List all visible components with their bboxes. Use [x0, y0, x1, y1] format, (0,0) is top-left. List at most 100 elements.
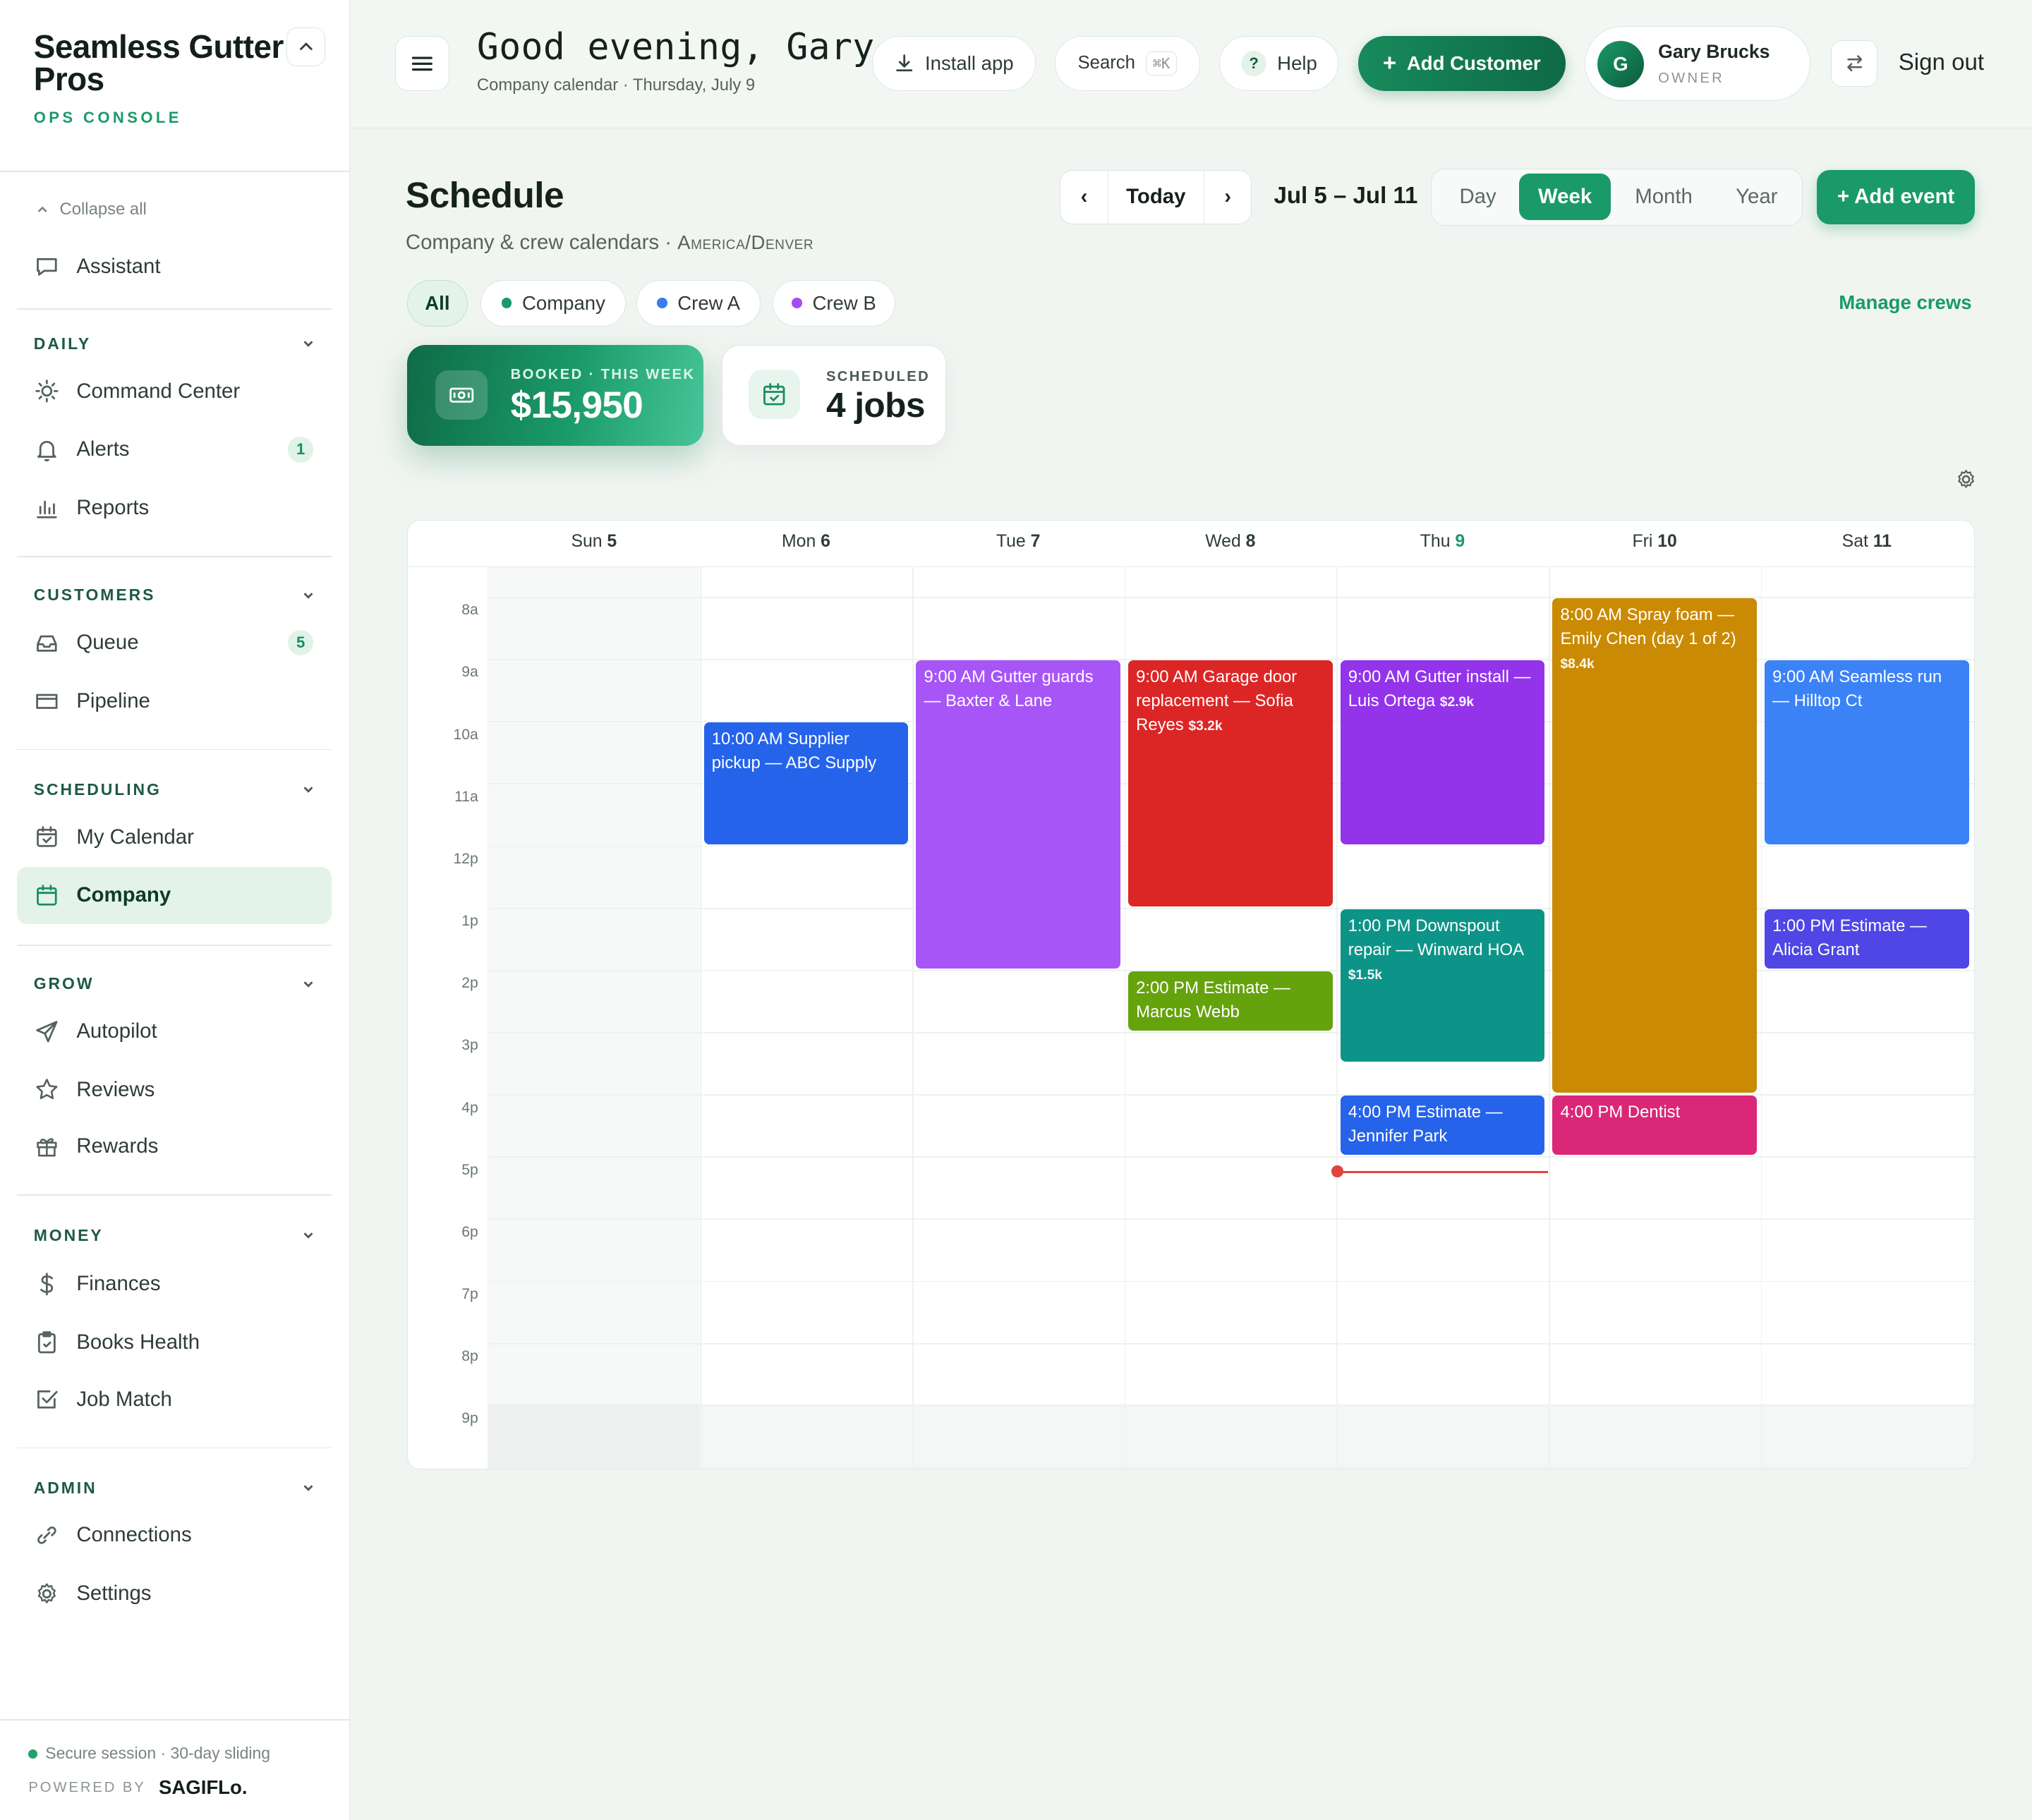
sidebar-item-pipeline[interactable]: Pipeline [17, 672, 332, 729]
user-name: Gary Brucks [1658, 40, 1770, 62]
bar-chart-icon [34, 495, 60, 521]
calendar-event[interactable]: 9:00 AM Garage door replacement — Sofia … [1128, 660, 1333, 906]
day-header-wed[interactable]: Wed 8 [1125, 532, 1336, 552]
event-title: 1:00 PM Estimate — Alicia Grant [1772, 916, 1927, 959]
sidebar-item-company[interactable]: Company [16, 866, 332, 924]
sidebar-item-alerts[interactable]: Alerts 1 [17, 421, 332, 478]
sidebar-item-autopilot[interactable]: Autopilot [17, 1003, 332, 1060]
calendar-event[interactable]: 4:00 PM Estimate — Jennifer Park [1340, 1096, 1545, 1155]
view-month-tab[interactable]: Month [1611, 174, 1717, 220]
checkbox-icon [34, 1386, 60, 1412]
day-header-fri[interactable]: Fri 10 [1549, 532, 1760, 552]
download-icon [896, 54, 913, 72]
filter-chip-company[interactable]: Company [480, 279, 627, 327]
search-shortcut: ⌘K [1145, 51, 1178, 75]
section-header-money[interactable]: MONEY [34, 1226, 316, 1245]
sidebar-item-queue[interactable]: Queue 5 [17, 614, 332, 672]
event-amount: $8.4k [1560, 657, 1595, 672]
calendar-event[interactable]: 9:00 AM Seamless run — Hilltop Ct [1765, 660, 1969, 844]
booked-stat-card: BOOKED · THIS WEEK $15,950 [406, 344, 704, 446]
menu-button[interactable] [395, 36, 450, 91]
calendar-event[interactable]: 4:00 PM Dentist [1552, 1096, 1758, 1155]
view-year-tab[interactable]: Year [1717, 174, 1796, 220]
divider [16, 308, 332, 310]
sidebar-item-connections[interactable]: Connections [17, 1507, 332, 1564]
prev-week-button[interactable]: ‹ [1060, 171, 1107, 224]
queue-count-badge: 5 [287, 629, 314, 656]
install-app-button[interactable]: Install app [872, 36, 1036, 91]
section-title: DAILY [33, 334, 92, 353]
collapse-all-button[interactable]: Collapse all [36, 200, 147, 219]
sidebar-item-reviews[interactable]: Reviews [17, 1061, 332, 1118]
view-week-tab[interactable]: Week [1519, 174, 1611, 221]
section-header-admin[interactable]: ADMIN [34, 1479, 316, 1498]
sidebar-item-books-health[interactable]: Books Health [17, 1314, 332, 1371]
calendar-event[interactable]: 1:00 PM Downspout repair — Winward HOA $… [1340, 909, 1545, 1062]
sidebar-item-my-calendar[interactable]: My Calendar [17, 808, 332, 866]
color-dot [501, 298, 512, 309]
calendar-event[interactable]: 10:00 AM Supplier pickup — ABC Supply [703, 722, 909, 844]
sign-out-link[interactable]: Sign out [1899, 49, 1984, 76]
event-amount: $1.5k [1348, 967, 1382, 983]
add-event-button[interactable]: + Add event [1817, 169, 1976, 224]
today-button[interactable]: Today [1107, 170, 1205, 224]
calendar-event[interactable]: 8:00 AM Spray foam — Emily Chen (day 1 o… [1552, 597, 1758, 1093]
day-header-sun[interactable]: Sun 5 [488, 532, 700, 552]
hour-line [488, 1156, 1975, 1158]
chevron-up-icon [299, 42, 313, 51]
switch-account-button[interactable] [1831, 40, 1878, 87]
filter-chip-crew-a[interactable]: Crew A [636, 279, 761, 327]
event-title: 4:00 PM Dentist [1560, 1103, 1681, 1122]
section-header-scheduling[interactable]: SCHEDULING [34, 780, 316, 799]
hour-label: 8a [461, 602, 478, 619]
calendar-event[interactable]: 2:00 PM Estimate — Marcus Webb [1128, 971, 1333, 1031]
page-title: Schedule [405, 174, 564, 216]
day-name: Sun [571, 532, 603, 552]
day-name: Wed [1205, 532, 1241, 552]
add-customer-button[interactable]: + Add Customer [1357, 36, 1566, 91]
session-text: Secure session · 30-day sliding [45, 1744, 271, 1763]
filter-chip-all[interactable]: All [406, 279, 468, 327]
sidebar-item-assistant[interactable]: Assistant [17, 238, 332, 296]
day-header-thu[interactable]: Thu 9 [1336, 532, 1548, 552]
event-amount: $2.9k [1439, 695, 1474, 710]
sidebar-item-job-match[interactable]: Job Match [17, 1371, 332, 1428]
powered-by-label: POWERED BY [28, 1779, 146, 1795]
scheduled-stat-card: SCHEDULED 4 jobs [722, 344, 946, 446]
event-title: 1:00 PM Downspout repair — Winward HOA [1348, 916, 1523, 959]
powered-by: POWERED BY SAGIFLo. [28, 1776, 247, 1799]
user-menu[interactable]: G Gary Brucks OWNER [1585, 25, 1810, 102]
day-number: 11 [1873, 532, 1892, 552]
sidebar-item-settings[interactable]: Settings [17, 1565, 332, 1622]
calendar-event[interactable]: 9:00 AM Gutter guards — Baxter & Lane [916, 660, 1121, 969]
event-title: 2:00 PM Estimate — Marcus Webb [1136, 978, 1290, 1021]
day-number: 5 [607, 532, 617, 552]
scheduled-stat-label: SCHEDULED [826, 368, 931, 384]
sidebar-item-reports[interactable]: Reports [17, 480, 332, 537]
day-header-sat[interactable]: Sat 11 [1761, 532, 1973, 552]
sidebar-item-finances[interactable]: Finances [17, 1256, 332, 1313]
calendar-settings-button[interactable] [1954, 468, 1978, 497]
search-button[interactable]: Search ⌘K [1055, 36, 1200, 91]
sidebar-toggle-button[interactable] [286, 27, 325, 66]
section-header-customers[interactable]: CUSTOMERS [34, 586, 316, 605]
day-number: 8 [1245, 532, 1256, 552]
sidebar: Seamless Gutter Pros OPS CONSOLE Collaps… [0, 0, 350, 1820]
help-label: Help [1277, 51, 1317, 74]
view-day-tab[interactable]: Day [1437, 174, 1519, 220]
help-button[interactable]: ? Help [1219, 36, 1339, 91]
dollar-icon [34, 1271, 60, 1297]
next-week-button[interactable]: › [1204, 171, 1251, 224]
filter-chip-crew-b[interactable]: Crew B [772, 279, 896, 327]
calendar-event[interactable]: 9:00 AM Gutter install — Luis Ortega $2.… [1340, 660, 1545, 844]
calendar-event[interactable]: 1:00 PM Estimate — Alicia Grant [1765, 909, 1969, 969]
sidebar-item-command-center[interactable]: Command Center [17, 363, 332, 420]
after-hours-shade [488, 1404, 1975, 1469]
sidebar-item-rewards[interactable]: Rewards [17, 1118, 332, 1175]
view-switcher: Day Week Month Year [1430, 168, 1803, 226]
day-header-tue[interactable]: Tue 7 [912, 532, 1124, 552]
section-header-daily[interactable]: DAILY [34, 334, 316, 353]
day-header-mon[interactable]: Mon 6 [700, 532, 912, 552]
section-header-grow[interactable]: GROW [34, 974, 316, 993]
manage-crews-link[interactable]: Manage crews [1839, 291, 1971, 314]
